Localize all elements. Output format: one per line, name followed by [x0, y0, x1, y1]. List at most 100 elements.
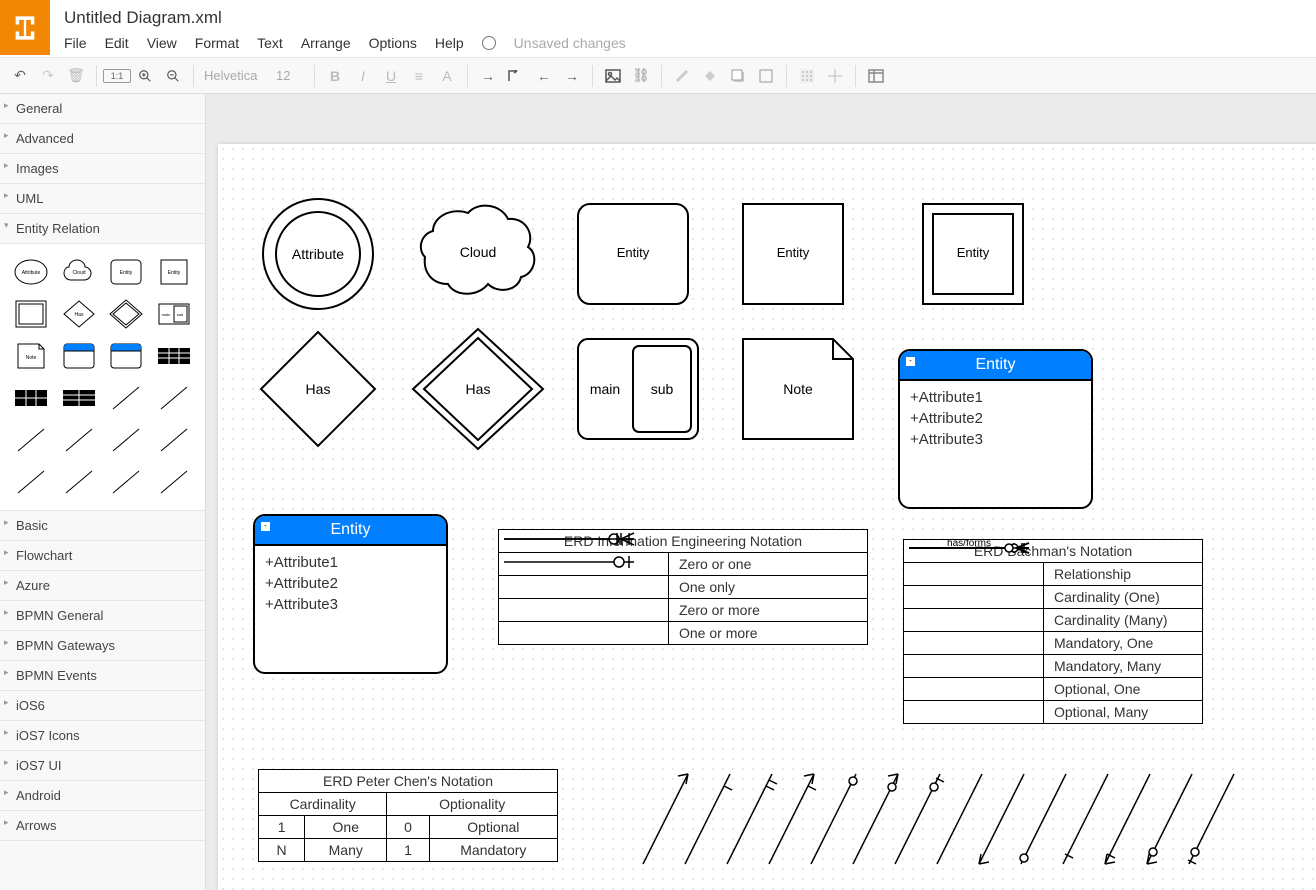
italic-button[interactable]: I [349, 62, 377, 90]
sidebar: GeneralAdvancedImagesUML Entity Relation… [0, 94, 206, 890]
layout-button[interactable] [862, 62, 890, 90]
menu-arrange[interactable]: Arrange [301, 35, 351, 51]
fontsize-input[interactable] [272, 68, 308, 83]
palette-line-2[interactable] [153, 380, 195, 416]
shape-note[interactable]: Note [738, 334, 858, 444]
link-button[interactable]: ⛓ [627, 62, 655, 90]
shape-entity-table-1[interactable]: -Entity +Attribute1 +Attribute2 +Attribu… [898, 349, 1093, 509]
logo[interactable] [0, 0, 50, 55]
palette-line-3[interactable] [10, 422, 52, 458]
sidebar-cat-images[interactable]: Images [0, 154, 205, 184]
shape-mainsub[interactable]: main sub [573, 334, 703, 444]
redo-button[interactable]: ↷ [34, 62, 62, 90]
undo-button[interactable]: ↶ [6, 62, 34, 90]
linecolor-button[interactable] [668, 62, 696, 90]
sidebar-cat-ios6[interactable]: iOS6 [0, 691, 205, 721]
sidebar-cat-uml[interactable]: UML [0, 184, 205, 214]
palette-line-7[interactable] [10, 464, 52, 500]
palette-line-10[interactable] [153, 464, 195, 500]
palette-attribute[interactable]: Attribute [10, 254, 52, 290]
delete-button[interactable]: 🗑 [62, 62, 90, 90]
connector-lines[interactable] [638, 764, 1278, 890]
palette-entity-box-2[interactable] [106, 338, 148, 374]
palette-line-6[interactable] [153, 422, 195, 458]
sidebar-cat-entity-relation[interactable]: Entity Relation [0, 214, 205, 244]
erd-chen-table[interactable]: ERD Peter Chen's Notation CardinalityOpt… [258, 769, 558, 862]
align-button[interactable]: ≡ [405, 62, 433, 90]
zoom-actual-button[interactable]: 1:1 [103, 69, 131, 83]
toolbar: ↶ ↷ 🗑 1:1 B I U ≡ A → ← → ⛓ [0, 58, 1316, 94]
fillcolor-button[interactable] [696, 62, 724, 90]
palette-table-dark[interactable] [153, 338, 195, 374]
palette-line-4[interactable] [58, 422, 100, 458]
svg-text:Entity: Entity [957, 245, 990, 260]
palette-line-8[interactable] [58, 464, 100, 500]
sidebar-cat-basic[interactable]: Basic [0, 511, 205, 541]
palette-has-double[interactable] [106, 296, 148, 332]
palette-table-dark-3[interactable] [58, 380, 100, 416]
sidebar-cat-android[interactable]: Android [0, 781, 205, 811]
menu-edit[interactable]: Edit [105, 35, 129, 51]
sidebar-cat-ios7-ui[interactable]: iOS7 UI [0, 751, 205, 781]
erd-ie-label: One only [669, 576, 868, 599]
sidebar-cat-general[interactable]: General [0, 94, 205, 124]
shadow-button[interactable] [724, 62, 752, 90]
language-icon[interactable] [482, 36, 496, 50]
palette-has-diamond[interactable]: Has [58, 296, 100, 332]
underline-button[interactable]: U [377, 62, 405, 90]
menu-options[interactable]: Options [369, 35, 417, 51]
menu-file[interactable]: File [64, 35, 87, 51]
menu-format[interactable]: Format [195, 35, 239, 51]
palette-table-dark-2[interactable] [10, 380, 52, 416]
erd-chen-title: ERD Peter Chen's Notation [259, 770, 558, 793]
palette-line-9[interactable] [106, 464, 148, 500]
grid-button[interactable] [793, 62, 821, 90]
sidebar-cat-arrows[interactable]: Arrows [0, 811, 205, 841]
zoom-out-button[interactable] [159, 62, 187, 90]
menu-text[interactable]: Text [257, 35, 283, 51]
font-input[interactable] [200, 68, 272, 83]
connector-2-button[interactable] [502, 62, 530, 90]
connector-1-button[interactable]: → [474, 62, 502, 90]
menu-view[interactable]: View [147, 35, 177, 51]
sidebar-cat-azure[interactable]: Azure [0, 571, 205, 601]
erd-ie-table[interactable]: ERD Information Engineering Notation Zer… [498, 529, 868, 645]
palette-note[interactable]: Note [10, 338, 52, 374]
zoom-in-button[interactable] [131, 62, 159, 90]
palette-mainsub[interactable]: mainsub [153, 296, 195, 332]
shape-attribute[interactable]: Attribute [258, 194, 378, 314]
connector-4-button[interactable]: → [558, 62, 586, 90]
sidebar-cat-bpmn-general[interactable]: BPMN General [0, 601, 205, 631]
palette-entity-square[interactable]: Entity [153, 254, 195, 290]
shape-entity-square[interactable]: Entity [738, 199, 848, 309]
canvas[interactable]: Attribute Cloud Entity Entity [218, 144, 1316, 890]
canvas-area[interactable]: Attribute Cloud Entity Entity [206, 94, 1316, 890]
guides-button[interactable] [821, 62, 849, 90]
sidebar-cat-flowchart[interactable]: Flowchart [0, 541, 205, 571]
document-title[interactable]: Untitled Diagram.xml [64, 6, 1316, 30]
menu-help[interactable]: Help [435, 35, 464, 51]
palette-entity-rounded[interactable]: Entity [106, 254, 148, 290]
shape-entity-table-2[interactable]: -Entity +Attribute1 +Attribute2 +Attribu… [253, 514, 448, 674]
sidebar-cat-ios7-icons[interactable]: iOS7 Icons [0, 721, 205, 751]
sidebar-cat-bpmn-events[interactable]: BPMN Events [0, 661, 205, 691]
palette-entity-box-1[interactable] [58, 338, 100, 374]
shape-cloud[interactable]: Cloud [413, 199, 543, 309]
shape-entity-double[interactable]: Entity [918, 199, 1028, 309]
palette-cloud[interactable]: Cloud [58, 254, 100, 290]
erd-bachman-table[interactable]: ERD Bachman's Notation has/formsRelation… [903, 539, 1203, 724]
palette-entity-double[interactable] [10, 296, 52, 332]
svg-text:Has: Has [74, 312, 83, 318]
sidebar-cat-advanced[interactable]: Advanced [0, 124, 205, 154]
palette-line-5[interactable] [106, 422, 148, 458]
shape-entity-rounded[interactable]: Entity [573, 199, 693, 309]
sidebar-cat-bpmn-gateways[interactable]: BPMN Gateways [0, 631, 205, 661]
connector-3-button[interactable]: ← [530, 62, 558, 90]
image-button[interactable] [599, 62, 627, 90]
fontcolor-button[interactable]: A [433, 62, 461, 90]
appearance-button[interactable] [752, 62, 780, 90]
bold-button[interactable]: B [321, 62, 349, 90]
shape-has[interactable]: Has [253, 324, 383, 454]
shape-has-double[interactable]: Has [408, 324, 548, 454]
palette-line-1[interactable] [106, 380, 148, 416]
